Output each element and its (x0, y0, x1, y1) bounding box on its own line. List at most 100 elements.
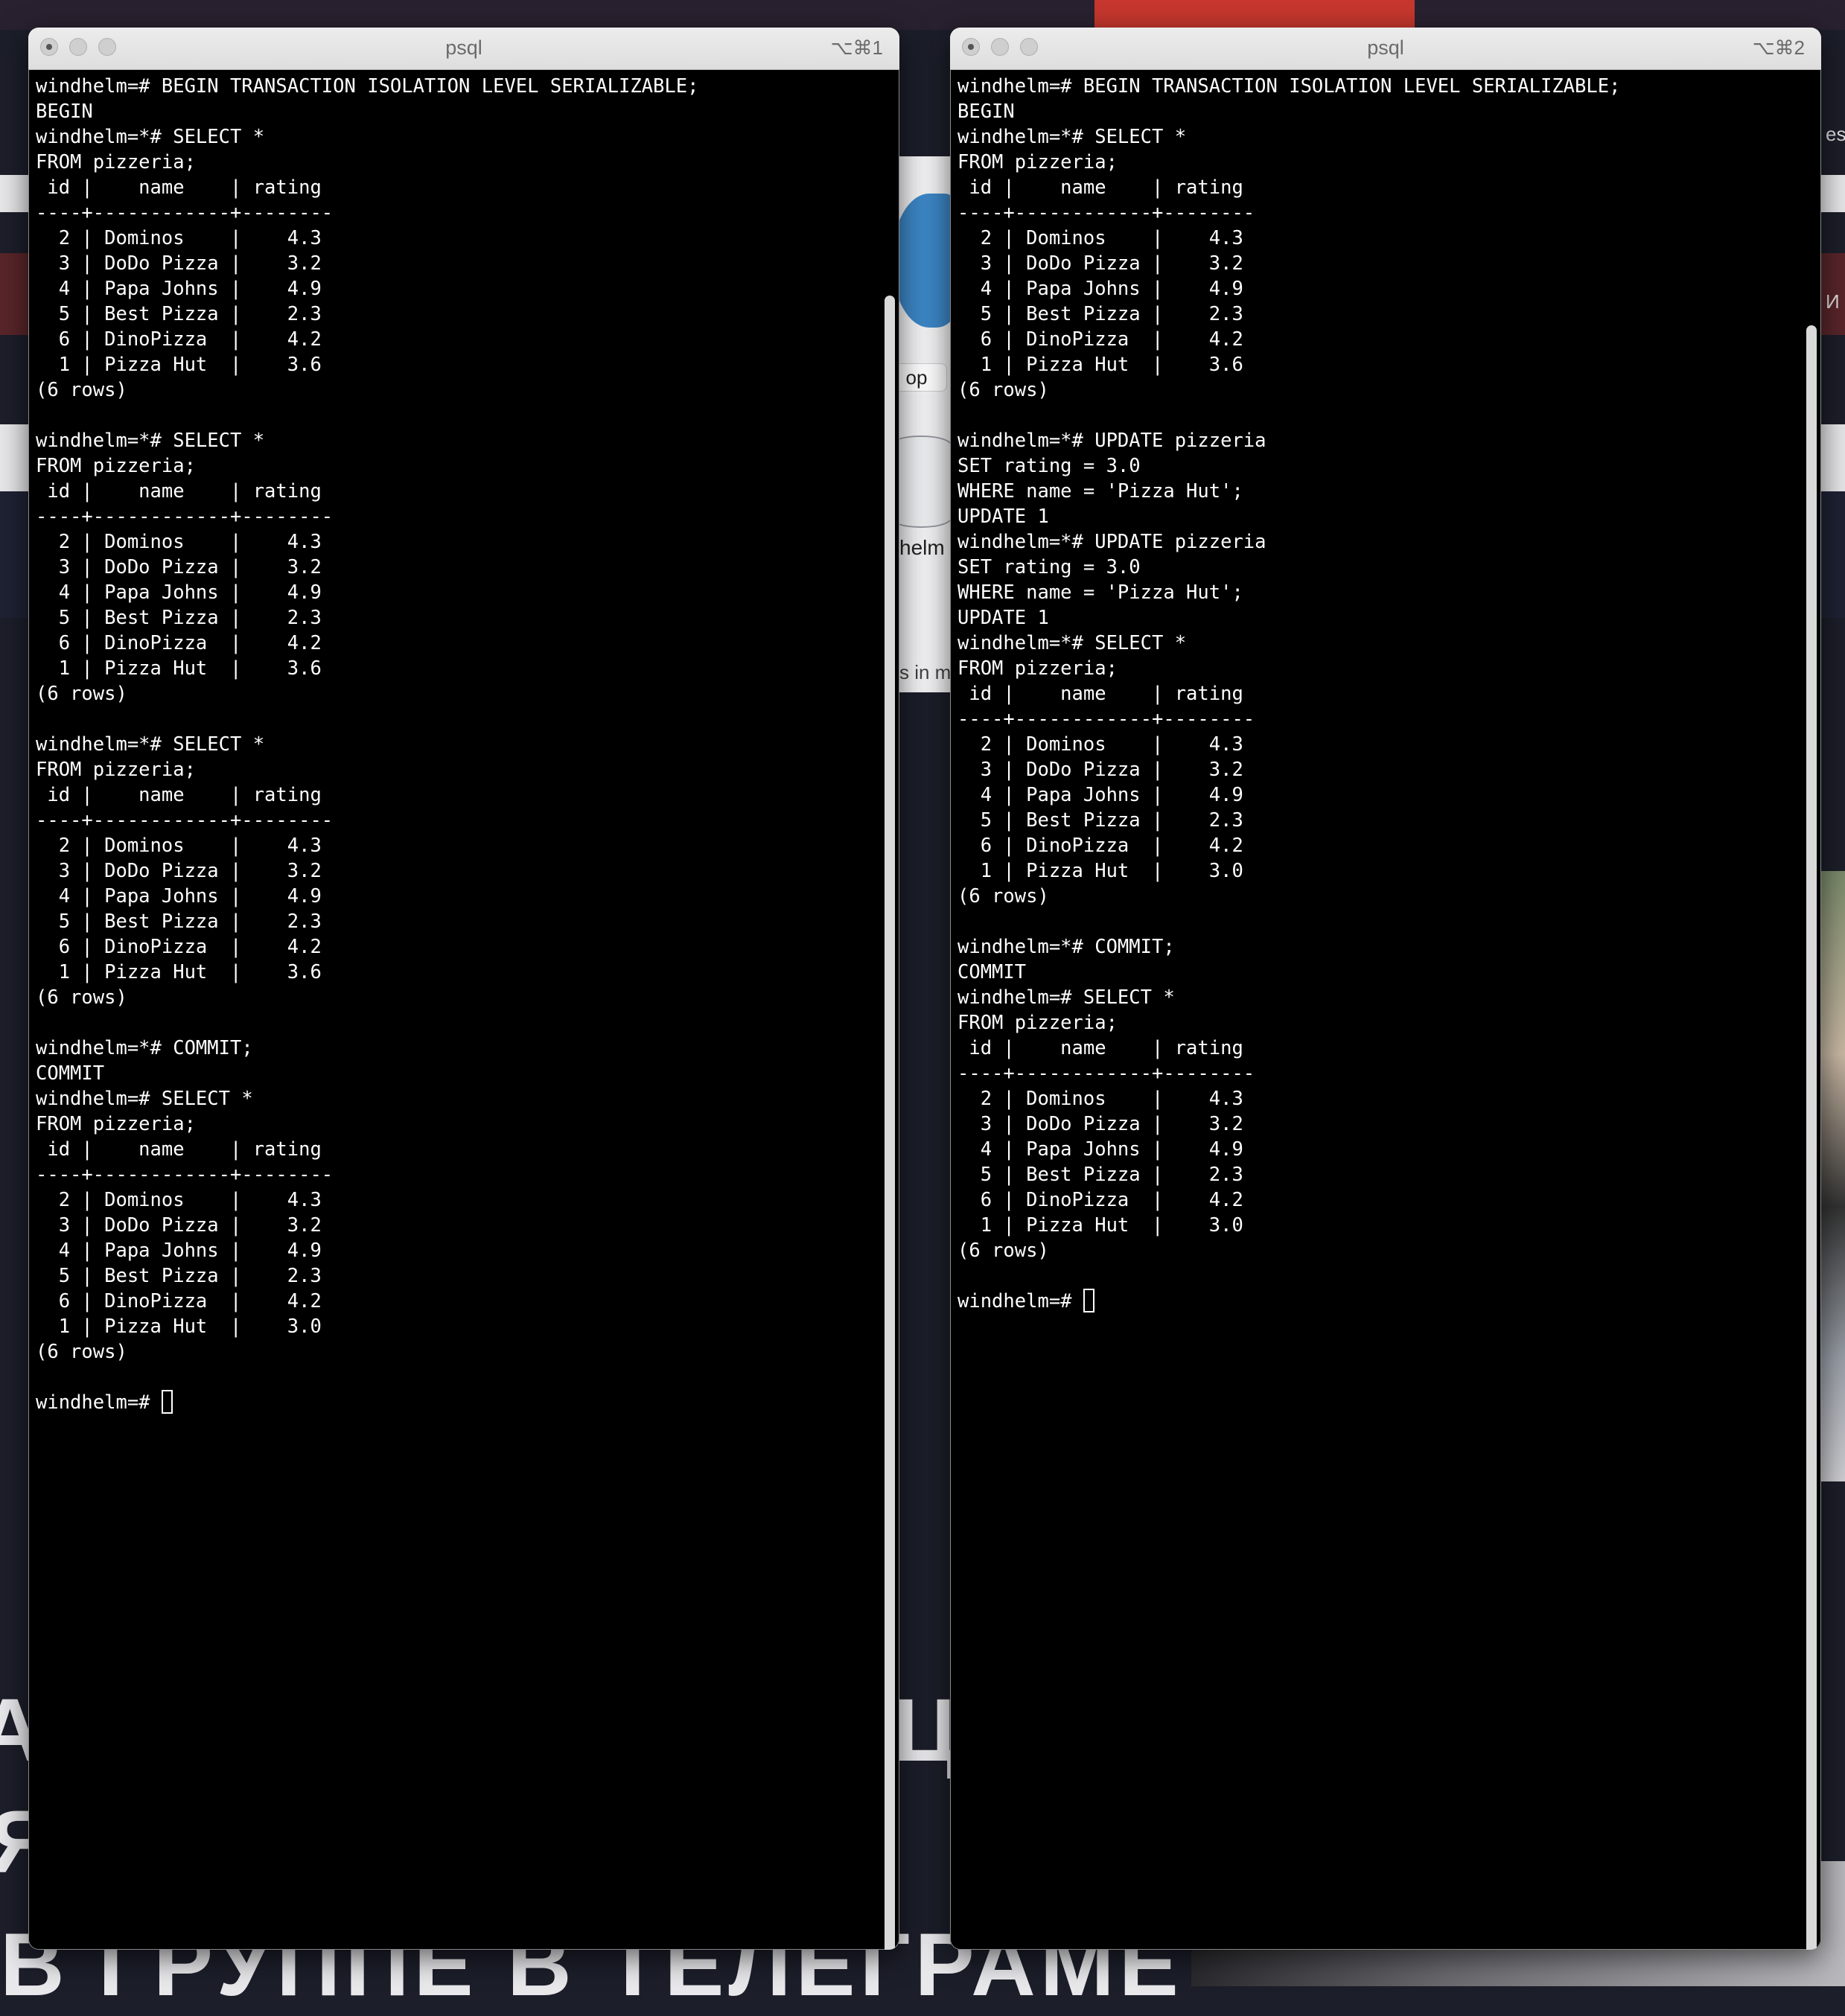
terminal-line: FROM pizzeria; (957, 1012, 1118, 1034)
terminal-line: SET rating = 3.0 (957, 556, 1141, 578)
terminal-line: 5 | Best Pizza | 2.3 (58, 1265, 322, 1287)
terminal-line: UPDATE 1 (957, 505, 1049, 528)
terminal-line: 2 | Dominos | 4.3 (58, 227, 322, 249)
terminal-line: FROM pizzeria; (36, 1113, 196, 1135)
terminal-line: windhelm=*# SELECT * (957, 126, 1187, 148)
terminal-history: windhelm=# BEGIN TRANSACTION ISOLATION L… (957, 75, 1620, 1262)
terminal-line: windhelm=*# COMMIT; (36, 1037, 253, 1059)
terminal-history: windhelm=# BEGIN TRANSACTION ISOLATION L… (36, 75, 698, 1363)
terminal-line: FROM pizzeria; (36, 455, 196, 477)
text-cursor (161, 1390, 173, 1414)
background-panel-label: helm (899, 536, 945, 559)
terminal-line: 6 | DinoPizza | 4.2 (58, 1290, 322, 1312)
terminal-line: 1 | Pizza Hut | 3.0 (980, 860, 1243, 882)
terminal-line: id | name | rating (969, 1037, 1243, 1059)
scrollbar[interactable] (1806, 325, 1817, 1950)
terminal-line: id | name | rating (47, 784, 322, 806)
window-titlebar[interactable]: psql ⌥⌘2 (950, 28, 1821, 70)
background-side-text: ese (1826, 123, 1845, 145)
terminal-line: 1 | Pizza Hut | 3.6 (980, 354, 1243, 376)
terminal-line: 2 | Dominos | 4.3 (58, 531, 322, 553)
terminal-line: 6 | DinoPizza | 4.2 (58, 328, 322, 351)
terminal-line: id | name | rating (969, 683, 1243, 705)
terminal-line: 6 | DinoPizza | 4.2 (58, 936, 322, 958)
terminal-line: ----+------------+-------- (957, 202, 1255, 224)
terminal-prompt: windhelm=# (36, 1391, 162, 1414)
terminal-line: windhelm=# BEGIN TRANSACTION ISOLATION L… (36, 75, 699, 98)
terminal-window-2[interactable]: psql ⌥⌘2 windhelm=# BEGIN TRANSACTION IS… (950, 28, 1821, 1950)
text-cursor (1083, 1289, 1094, 1312)
terminal-output[interactable]: windhelm=# BEGIN TRANSACTION ISOLATION L… (957, 74, 1799, 1950)
terminal-line: 3 | DoDo Pizza | 3.2 (980, 759, 1243, 781)
background-side-text: И (1826, 290, 1840, 313)
terminal-line: windhelm=# SELECT * (957, 986, 1175, 1009)
terminal-line: id | name | rating (969, 176, 1243, 199)
terminal-line: 4 | Papa Johns | 4.9 (58, 581, 322, 604)
window-shortcut: ⌥⌘2 (1752, 36, 1805, 59)
terminal-line: 4 | Papa Johns | 4.9 (980, 784, 1243, 806)
terminal-line: (6 rows) (36, 379, 127, 401)
terminal-line: 6 | DinoPizza | 4.2 (58, 632, 322, 654)
terminal-line: 5 | Best Pizza | 2.3 (980, 1164, 1243, 1186)
background-red-bar (1094, 0, 1415, 31)
terminal-line: BEGIN (36, 101, 93, 123)
terminal-line: windhelm=*# SELECT * (36, 430, 265, 452)
terminal-line: 6 | DinoPizza | 4.2 (980, 1189, 1243, 1211)
scrollbar[interactable] (885, 296, 895, 1950)
terminal-line: id | name | rating (47, 480, 322, 503)
terminal-line: id | name | rating (47, 1138, 322, 1161)
terminal-line: windhelm=*# UPDATE pizzeria (957, 531, 1266, 553)
terminal-line: 6 | DinoPizza | 4.2 (980, 328, 1243, 351)
terminal-line: 2 | Dominos | 4.3 (980, 227, 1243, 249)
terminal-line: 3 | DoDo Pizza | 3.2 (58, 1214, 322, 1237)
terminal-line: ----+------------+-------- (36, 202, 334, 224)
terminal-line: FROM pizzeria; (36, 151, 196, 173)
background-band (0, 0, 1845, 30)
window-shortcut: ⌥⌘1 (830, 36, 883, 59)
terminal-line: 2 | Dominos | 4.3 (980, 733, 1243, 756)
terminal-line: ----+------------+-------- (957, 708, 1255, 730)
terminal-line: 4 | Papa Johns | 4.9 (58, 278, 322, 300)
terminal-line: 3 | DoDo Pizza | 3.2 (58, 860, 322, 882)
terminal-line: ----+------------+-------- (36, 809, 334, 832)
terminal-prompt: windhelm=# (957, 1290, 1083, 1312)
window-title: psql (445, 36, 482, 59)
terminal-line: windhelm=*# COMMIT; (957, 936, 1175, 958)
terminal-line: (6 rows) (36, 1341, 127, 1363)
terminal-line: windhelm=# BEGIN TRANSACTION ISOLATION L… (957, 75, 1621, 98)
terminal-line: 1 | Pizza Hut | 3.0 (58, 1315, 322, 1338)
terminal-line: windhelm=*# UPDATE pizzeria (957, 430, 1266, 452)
window-titlebar[interactable]: psql ⌥⌘1 (28, 28, 899, 70)
terminal-line: COMMIT (957, 961, 1027, 983)
terminal-line: windhelm=*# SELECT * (957, 632, 1187, 654)
terminal-line: WHERE name = 'Pizza Hut'; (957, 480, 1243, 503)
terminal-line: 3 | DoDo Pizza | 3.2 (58, 556, 322, 578)
terminal-line: 3 | DoDo Pizza | 3.2 (980, 1113, 1243, 1135)
terminal-line: WHERE name = 'Pizza Hut'; (957, 581, 1243, 604)
terminal-line: ----+------------+-------- (36, 1164, 334, 1186)
terminal-line: 1 | Pizza Hut | 3.6 (58, 961, 322, 983)
terminal-line: 3 | DoDo Pizza | 3.2 (58, 252, 322, 275)
terminal-line: 2 | Dominos | 4.3 (58, 835, 322, 857)
terminal-output[interactable]: windhelm=# BEGIN TRANSACTION ISOLATION L… (36, 74, 877, 1950)
terminal-line: 3 | DoDo Pizza | 3.2 (980, 252, 1243, 275)
terminal-line: 5 | Best Pizza | 2.3 (980, 303, 1243, 325)
terminal-line: BEGIN (957, 101, 1015, 123)
terminal-line: 5 | Best Pizza | 2.3 (58, 303, 322, 325)
terminal-line: FROM pizzeria; (957, 151, 1118, 173)
terminal-line: windhelm=*# SELECT * (36, 733, 265, 756)
terminal-line: 5 | Best Pizza | 2.3 (58, 607, 322, 629)
terminal-line: windhelm=# SELECT * (36, 1088, 253, 1110)
terminal-line: 4 | Papa Johns | 4.9 (58, 1240, 322, 1262)
terminal-line: (6 rows) (957, 1240, 1049, 1262)
background-panel-text: s in m (899, 661, 952, 683)
terminal-line: SET rating = 3.0 (957, 455, 1141, 477)
terminal-line: FROM pizzeria; (36, 759, 196, 781)
terminal-line: 6 | DinoPizza | 4.2 (980, 835, 1243, 857)
terminal-window-1[interactable]: psql ⌥⌘1 windhelm=# BEGIN TRANSACTION IS… (28, 28, 899, 1950)
terminal-line: FROM pizzeria; (957, 657, 1118, 680)
window-title: psql (1367, 36, 1404, 59)
terminal-line: COMMIT (36, 1062, 105, 1085)
terminal-line: 1 | Pizza Hut | 3.0 (980, 1214, 1243, 1237)
terminal-line: 2 | Dominos | 4.3 (980, 1088, 1243, 1110)
